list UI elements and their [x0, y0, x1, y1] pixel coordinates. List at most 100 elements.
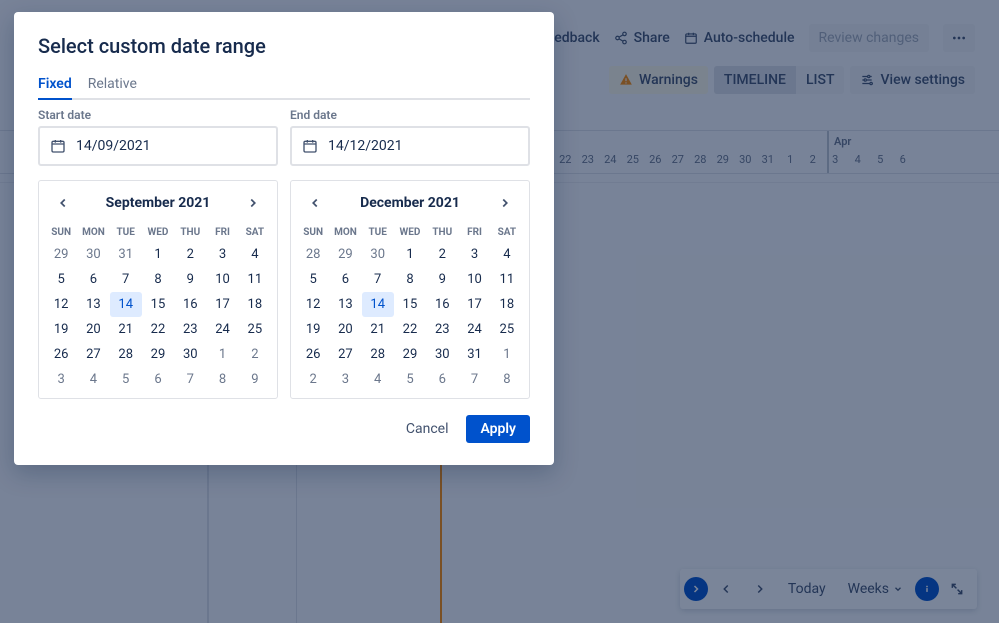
calendar-day[interactable]: 15	[142, 292, 174, 317]
view-settings-button[interactable]: View settings	[850, 66, 975, 94]
calendar-day[interactable]: 8	[206, 367, 238, 392]
calendar-day[interactable]: 5	[110, 367, 142, 392]
calendar-day[interactable]: 6	[426, 367, 458, 392]
calendar-day[interactable]: 24	[206, 317, 238, 342]
next-month-button[interactable]	[493, 191, 517, 215]
calendar-day[interactable]: 30	[426, 342, 458, 367]
help-legend-button[interactable]	[915, 577, 939, 601]
calendar-day[interactable]: 2	[174, 242, 206, 267]
calendar-day[interactable]: 27	[329, 342, 361, 367]
calendar-day[interactable]: 31	[458, 342, 490, 367]
calendar-day[interactable]: 7	[362, 267, 394, 292]
calendar-day[interactable]: 4	[491, 242, 523, 267]
calendar-day[interactable]: 4	[362, 367, 394, 392]
list-tab[interactable]: LIST	[796, 66, 845, 94]
review-changes-button[interactable]: Review changes	[809, 24, 929, 52]
prev-month-button[interactable]	[303, 191, 327, 215]
scroll-jump-back-button[interactable]	[684, 577, 708, 601]
calendar-day[interactable]: 1	[142, 242, 174, 267]
tab-fixed[interactable]: Fixed	[38, 76, 72, 100]
fullscreen-button[interactable]	[941, 573, 973, 605]
cancel-button[interactable]: Cancel	[396, 415, 459, 443]
calendar-day[interactable]: 3	[45, 367, 77, 392]
calendar-day[interactable]: 13	[329, 292, 361, 317]
calendar-day[interactable]: 3	[329, 367, 361, 392]
apply-button[interactable]: Apply	[466, 415, 530, 443]
calendar-day[interactable]: 9	[239, 367, 271, 392]
calendar-day[interactable]: 11	[239, 267, 271, 292]
calendar-day[interactable]: 21	[362, 317, 394, 342]
calendar-day[interactable]: 30	[362, 242, 394, 267]
next-month-button[interactable]	[241, 191, 265, 215]
calendar-day[interactable]: 6	[77, 267, 109, 292]
calendar-day[interactable]: 21	[110, 317, 142, 342]
calendar-day[interactable]: 7	[174, 367, 206, 392]
calendar-day[interactable]: 2	[239, 342, 271, 367]
calendar-day[interactable]: 29	[329, 242, 361, 267]
calendar-day[interactable]: 17	[458, 292, 490, 317]
calendar-day[interactable]: 9	[426, 267, 458, 292]
scroll-left-button[interactable]	[710, 573, 742, 605]
zoom-level-dropdown[interactable]: Weeks	[838, 573, 913, 605]
end-date-input[interactable]: 14/12/2021	[290, 126, 530, 166]
tab-relative[interactable]: Relative	[88, 76, 137, 98]
calendar-day[interactable]: 1	[491, 342, 523, 367]
calendar-day[interactable]: 20	[77, 317, 109, 342]
calendar-day[interactable]: 3	[458, 242, 490, 267]
scroll-right-button[interactable]	[744, 573, 776, 605]
calendar-day[interactable]: 13	[77, 292, 109, 317]
calendar-day[interactable]: 30	[77, 242, 109, 267]
prev-month-button[interactable]	[51, 191, 75, 215]
calendar-day[interactable]: 28	[110, 342, 142, 367]
calendar-day[interactable]: 18	[491, 292, 523, 317]
calendar-day[interactable]: 5	[394, 367, 426, 392]
calendar-day[interactable]: 10	[206, 267, 238, 292]
calendar-day[interactable]: 25	[491, 317, 523, 342]
more-actions-button[interactable]	[943, 24, 975, 52]
calendar-day[interactable]: 6	[329, 267, 361, 292]
calendar-day[interactable]: 12	[45, 292, 77, 317]
calendar-day[interactable]: 8	[394, 267, 426, 292]
calendar-day[interactable]: 3	[206, 242, 238, 267]
calendar-day[interactable]: 1	[206, 342, 238, 367]
calendar-day[interactable]: 28	[297, 242, 329, 267]
calendar-day[interactable]: 16	[426, 292, 458, 317]
calendar-day[interactable]: 29	[142, 342, 174, 367]
calendar-day[interactable]: 5	[297, 267, 329, 292]
calendar-day[interactable]: 30	[174, 342, 206, 367]
calendar-day[interactable]: 7	[458, 367, 490, 392]
calendar-day[interactable]: 11	[491, 267, 523, 292]
calendar-day[interactable]: 4	[239, 242, 271, 267]
calendar-day[interactable]: 16	[174, 292, 206, 317]
calendar-day[interactable]: 2	[297, 367, 329, 392]
calendar-day[interactable]: 25	[239, 317, 271, 342]
calendar-day[interactable]: 8	[142, 267, 174, 292]
calendar-day[interactable]: 1	[394, 242, 426, 267]
calendar-day[interactable]: 22	[142, 317, 174, 342]
calendar-day[interactable]: 4	[77, 367, 109, 392]
calendar-day[interactable]: 6	[142, 367, 174, 392]
calendar-day[interactable]: 8	[491, 367, 523, 392]
calendar-day[interactable]: 9	[174, 267, 206, 292]
start-date-input[interactable]: 14/09/2021	[38, 126, 278, 166]
calendar-day[interactable]: 26	[297, 342, 329, 367]
calendar-day[interactable]: 14	[362, 292, 394, 317]
calendar-day[interactable]: 27	[77, 342, 109, 367]
auto-schedule-link[interactable]: Auto-schedule	[684, 30, 795, 46]
calendar-day[interactable]: 29	[394, 342, 426, 367]
calendar-day[interactable]: 24	[458, 317, 490, 342]
calendar-day[interactable]: 17	[206, 292, 238, 317]
calendar-day[interactable]: 23	[426, 317, 458, 342]
warnings-badge[interactable]: Warnings	[609, 66, 708, 94]
calendar-day[interactable]: 23	[174, 317, 206, 342]
calendar-day[interactable]: 29	[45, 242, 77, 267]
calendar-day[interactable]: 7	[110, 267, 142, 292]
timeline-tab[interactable]: TIMELINE	[714, 66, 796, 94]
calendar-day[interactable]: 31	[110, 242, 142, 267]
calendar-day[interactable]: 19	[45, 317, 77, 342]
calendar-day[interactable]: 18	[239, 292, 271, 317]
calendar-day[interactable]: 26	[45, 342, 77, 367]
calendar-day[interactable]: 20	[329, 317, 361, 342]
calendar-day[interactable]: 28	[362, 342, 394, 367]
calendar-day[interactable]: 12	[297, 292, 329, 317]
